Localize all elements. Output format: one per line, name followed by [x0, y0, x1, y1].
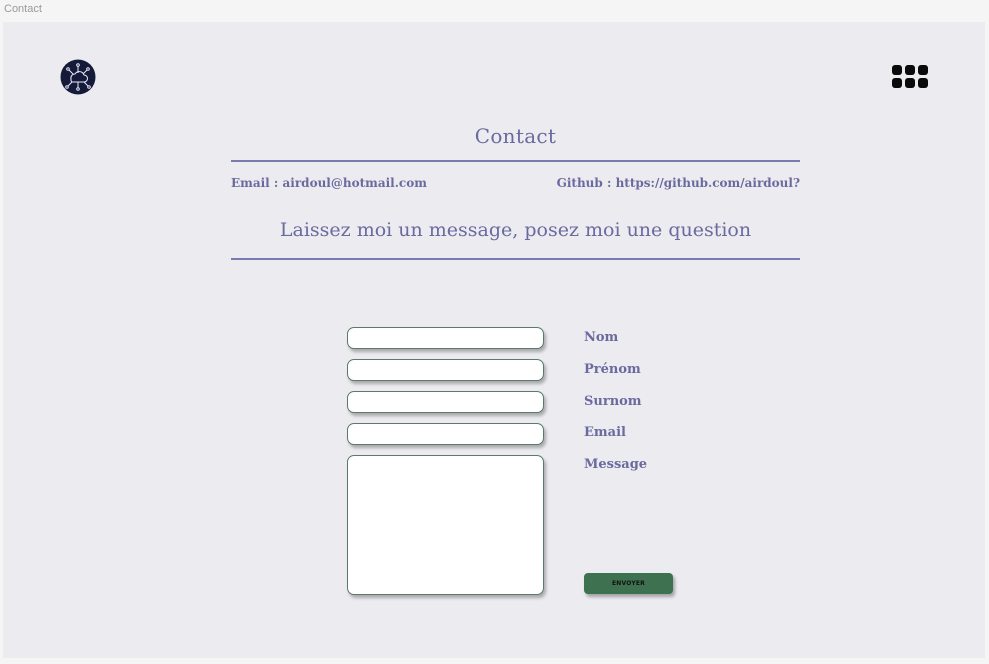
message-label: Message	[584, 457, 648, 472]
title-divider	[231, 160, 800, 162]
grid-menu-icon[interactable]	[892, 65, 928, 89]
surnom-input[interactable]	[347, 391, 544, 413]
email-label: Email	[584, 425, 626, 440]
window-title: Contact	[4, 3, 42, 15]
nom-label: Nom	[584, 330, 619, 345]
message-textarea[interactable]	[347, 455, 544, 595]
prenom-label: Prénom	[584, 362, 641, 377]
send-button[interactable]: ENVOYER	[584, 573, 673, 594]
circuit-cloud-logo-icon[interactable]	[60, 59, 96, 95]
email-contact-text: Email : airdoul@hotmail.com	[231, 176, 427, 190]
subtitle-divider	[231, 258, 800, 260]
message-prompt-heading: Laissez moi un message, posez moi une qu…	[279, 219, 752, 241]
surnom-label: Surnom	[584, 394, 642, 409]
email-input[interactable]	[347, 423, 544, 445]
page-title: Contact	[474, 124, 557, 148]
github-contact-text: Github : https://github.com/airdoul?	[556, 176, 800, 190]
nom-input[interactable]	[347, 327, 544, 349]
prenom-input[interactable]	[347, 359, 544, 381]
page-canvas: Contact Email : airdoul@hotmail.com Gith…	[3, 22, 985, 658]
